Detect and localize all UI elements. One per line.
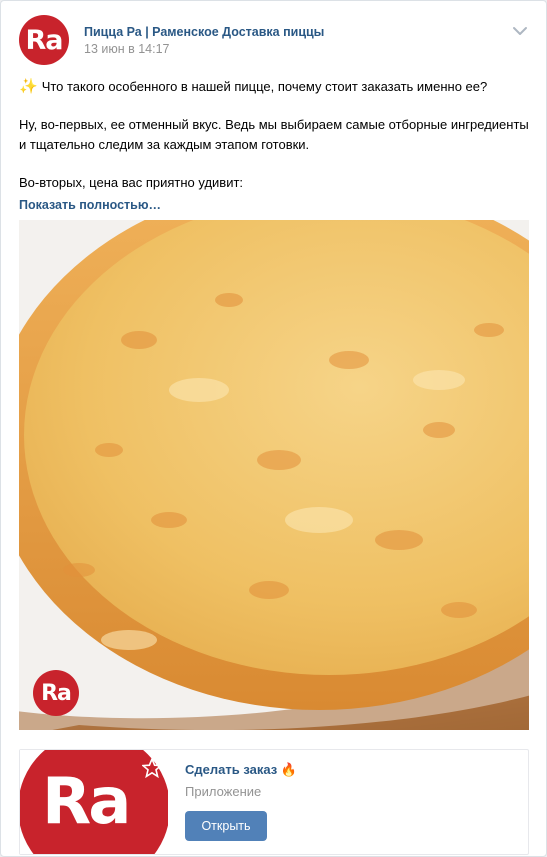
post-card: Ra Пицца Ра | Раменское Доставка пиццы 1… (0, 0, 547, 857)
post-line-1-text: Что такого особенного в нашей пицце, поч… (41, 79, 488, 94)
post-date-link[interactable]: 13 июн в 14:17 (84, 42, 170, 56)
post-line-1: ✨ Что такого особенного в нашей пицце, по… (19, 77, 529, 97)
photo-watermark-logo: Ra (33, 670, 79, 716)
post-header: Ra Пицца Ра | Раменское Доставка пиццы 1… (19, 15, 528, 67)
photo-watermark-text: Ra (41, 680, 72, 706)
chevron-down-icon[interactable] (512, 25, 528, 37)
star-icon (142, 758, 162, 778)
app-attachment[interactable]: Ra Сделать заказ 🔥 Приложение Открыть (19, 749, 529, 855)
post-paragraph-2: Ну, во-первых, ее отменный вкус. Ведь мы… (19, 117, 529, 152)
app-title[interactable]: Сделать заказ 🔥 (185, 762, 297, 778)
post-photo[interactable]: Ra (19, 220, 529, 730)
app-logo-text: Ra (42, 765, 131, 839)
app-title-text: Сделать заказ (185, 762, 278, 777)
pizza-image (19, 220, 529, 730)
community-avatar[interactable]: Ra (19, 15, 69, 65)
open-app-button[interactable]: Открыть (185, 811, 267, 841)
post-paragraph-3: Во-вторых, цена вас приятно удивит: (19, 175, 244, 190)
app-subtitle: Приложение (185, 784, 262, 799)
app-logo: Ra (20, 750, 168, 854)
community-name-link[interactable]: Пицца Ра | Раменское Доставка пиццы (84, 25, 324, 39)
avatar-logo: Ra (25, 24, 63, 56)
post-text: ✨ Что такого особенного в нашей пицце, по… (19, 77, 529, 215)
fire-icon: 🔥 (280, 762, 298, 777)
sparkles-icon: ✨ (19, 78, 38, 95)
show-more-link[interactable]: Показать полностью… (19, 195, 529, 215)
